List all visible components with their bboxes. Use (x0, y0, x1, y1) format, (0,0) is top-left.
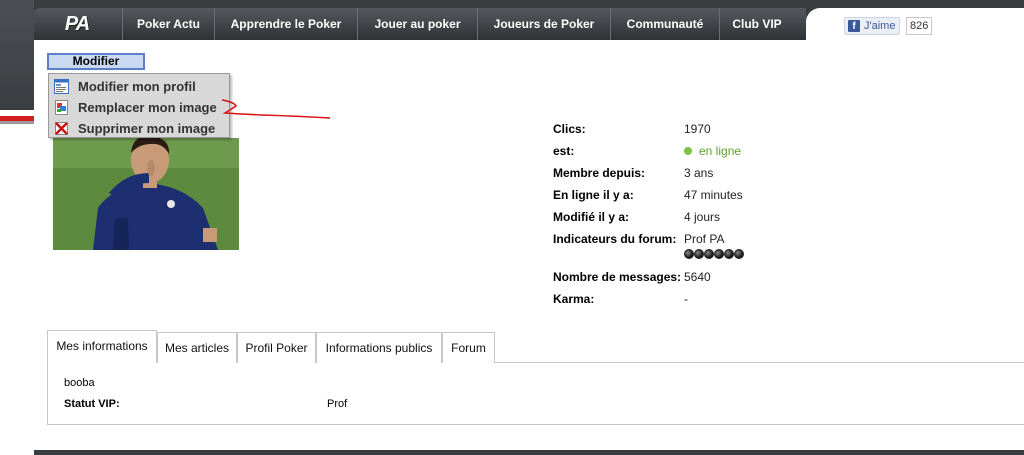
tab-profil-poker[interactable]: Profil Poker (237, 332, 316, 363)
menu-item-remplacer-image[interactable]: Remplacer mon image (49, 97, 229, 118)
info-label-clics: Clics: (553, 122, 586, 136)
tab-mes-informations[interactable]: Mes informations (47, 330, 157, 363)
info-value-membre-depuis: 3 ans (684, 166, 714, 180)
nav-item-apprendre-le-poker[interactable]: Apprendre le Poker (214, 8, 357, 40)
forum-dot-icon (704, 249, 714, 259)
panel-vip-label: Statut VIP: (64, 398, 120, 410)
menu-item-supprimer-image[interactable]: Supprimer mon image (49, 118, 229, 139)
tab-panel-mes-informations: booba Statut VIP: Prof (47, 362, 1024, 425)
nav-item-club-vip[interactable]: Club VIP (719, 8, 794, 40)
modifier-dropdown-menu: Modifier mon profil Remplacer mon image … (48, 73, 230, 138)
nav-item-communaute[interactable]: Communauté (610, 8, 719, 40)
menu-item-label: Remplacer mon image (78, 100, 217, 115)
facebook-icon: f (848, 20, 860, 32)
forum-dot-icon (734, 249, 744, 259)
edit-profile-icon (54, 79, 69, 94)
info-value-indicateurs: Prof PA (684, 232, 725, 246)
info-label-modifie: Modifié il y a: (553, 210, 630, 224)
replace-image-icon (55, 100, 68, 115)
info-value-modifie: 4 jours (684, 210, 721, 224)
info-value-clics: 1970 (684, 122, 711, 136)
forum-dot-icon (724, 249, 734, 259)
tab-mes-articles[interactable]: Mes articles (157, 332, 237, 363)
facebook-like-button[interactable]: f J'aime (844, 17, 900, 35)
online-status-text: en ligne (699, 144, 742, 158)
profile-photo (53, 138, 239, 250)
forum-dot-icon (694, 249, 704, 259)
info-value-status: en ligne (684, 144, 741, 158)
forum-dot-icon (714, 249, 724, 259)
panel-vip-value: Prof (327, 398, 348, 410)
facebook-like-count: 826 (906, 17, 933, 35)
forum-dot-icon (684, 249, 694, 259)
menu-item-label: Modifier mon profil (78, 79, 196, 94)
facebook-like-label: J'aime (864, 20, 896, 32)
info-label-messages: Nombre de messages: (553, 270, 682, 284)
online-status-icon (684, 147, 692, 155)
logo-text: PA (64, 12, 90, 35)
nav-item-jouer-au-poker[interactable]: Jouer au poker (357, 8, 477, 40)
page-background-fill (0, 124, 34, 455)
nav-item-joueurs-de-poker[interactable]: Joueurs de Poker (477, 8, 610, 40)
page-background-left (0, 0, 34, 455)
info-label-membre-depuis: Membre depuis: (553, 166, 646, 180)
info-label-karma: Karma: (553, 292, 595, 306)
info-value-messages: 5640 (684, 270, 711, 284)
menu-item-label: Supprimer mon image (78, 121, 216, 136)
panel-username: booba (64, 377, 95, 389)
red-annotation-mark (221, 99, 331, 119)
tab-informations-publics[interactable]: Informations publics (316, 332, 442, 363)
forum-indicator-dots (684, 248, 744, 262)
delete-image-icon (55, 122, 68, 135)
modifier-menu-button[interactable]: Modifier (47, 53, 145, 70)
menu-item-modifier-profil[interactable]: Modifier mon profil (49, 76, 229, 97)
profile-photo-image (53, 138, 239, 250)
main-navbar: PA Poker Actu Apprendre le Poker Jouer a… (34, 8, 806, 40)
site-logo[interactable]: PA (34, 8, 120, 40)
tab-forum[interactable]: Forum (442, 332, 495, 363)
page-bottom-strip (34, 450, 1024, 455)
info-label-indicateurs: Indicateurs du forum: (553, 232, 677, 246)
info-label-status: est: (553, 144, 575, 158)
info-label-en-ligne: En ligne il y a: (553, 188, 634, 202)
info-value-karma: - (684, 292, 688, 306)
info-value-en-ligne: 47 minutes (684, 188, 743, 202)
nav-item-poker-actu[interactable]: Poker Actu (122, 8, 214, 40)
